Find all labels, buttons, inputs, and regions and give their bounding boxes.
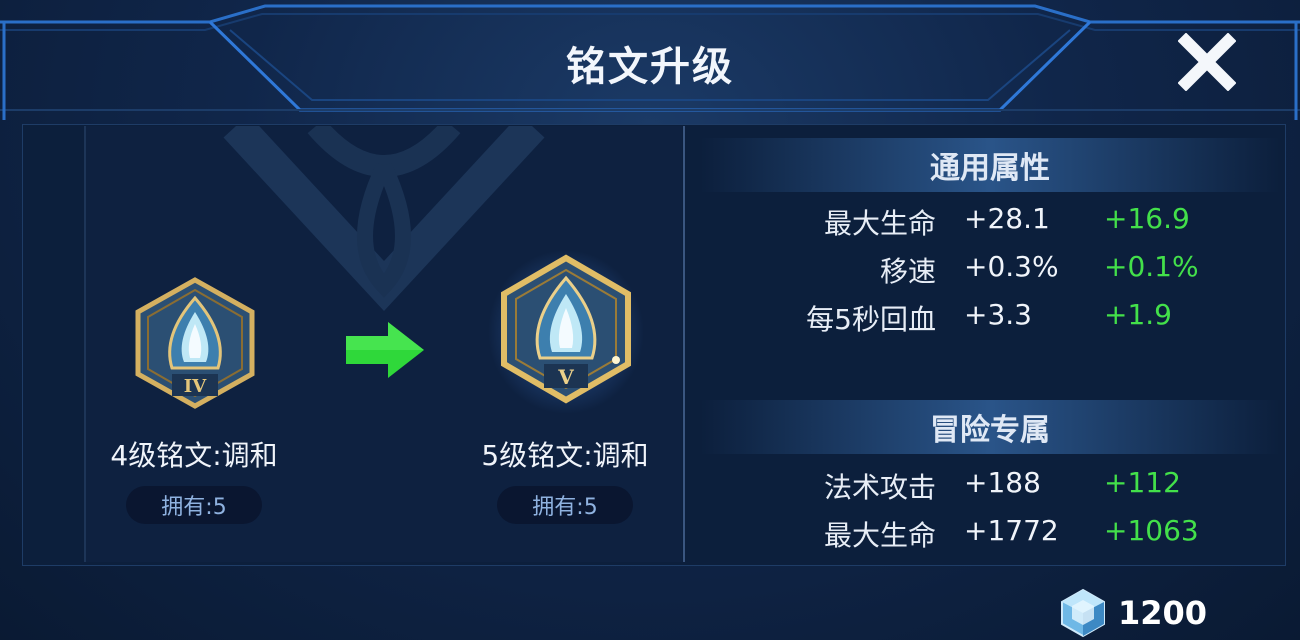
adventure-stats-heading: 冒险专属 (700, 400, 1280, 454)
stat-name: 最大生命 (823, 207, 936, 240)
dialog-title: 铭文升级 (566, 44, 734, 90)
stat-bonus-value: +1.9 (1104, 298, 1172, 331)
general-stats-heading: 通用属性 (700, 138, 1280, 192)
close-button[interactable] (1175, 30, 1239, 94)
stat-name: 移速 (879, 255, 936, 288)
stat-base-value: +188 (964, 466, 1041, 499)
upgrade-arrow-icon (346, 322, 424, 378)
center-divider (683, 126, 685, 562)
close-icon (1178, 33, 1236, 91)
rune-tier-v: V (557, 365, 574, 389)
stat-row: 每5秒回血 +3.3 +1.9 (700, 298, 1280, 344)
stat-name: 法术攻击 (823, 471, 936, 504)
stat-row: 法术攻击 +188 +112 (700, 466, 1280, 512)
left-divider (84, 126, 86, 562)
from-owned-count: 拥有:5 (126, 486, 262, 524)
from-rune-label: 4级铭文:调和 (110, 439, 278, 472)
stat-base-value: +3.3 (964, 298, 1032, 331)
stat-bonus-value: +112 (1104, 466, 1181, 499)
stat-row: 移速 +0.3% +0.1% (700, 250, 1280, 296)
rune-tier-iv: IV (184, 376, 207, 397)
stat-name: 最大生命 (823, 519, 936, 552)
to-rune-label: 5级铭文:调和 (481, 439, 649, 472)
stat-row: 最大生命 +28.1 +16.9 (700, 202, 1280, 248)
to-owned-count: 拥有:5 (497, 486, 633, 524)
stat-base-value: +1772 (964, 514, 1059, 547)
upgrade-cost: 1200 (1058, 586, 1207, 640)
stat-row: 最大生命 +1772 +1063 (700, 514, 1280, 560)
rune-level-4-icon[interactable]: IV (132, 276, 258, 410)
crystal-icon (1061, 588, 1105, 638)
stat-base-value: +28.1 (964, 202, 1050, 235)
stat-bonus-value: +1063 (1104, 514, 1199, 547)
upgrade-dialog: 铭文升级 IV V 4级铭文:调和 拥有:5 5级铭文:调和 拥有:5 通用属性… (0, 0, 1300, 640)
stat-name: 每5秒回血 (806, 303, 936, 336)
stat-base-value: +0.3% (964, 250, 1059, 283)
currency-amount: 1200 (1118, 594, 1208, 632)
stat-bonus-value: +0.1% (1104, 250, 1199, 283)
rune-level-5-icon[interactable]: V (488, 248, 644, 414)
stat-bonus-value: +16.9 (1104, 202, 1190, 235)
